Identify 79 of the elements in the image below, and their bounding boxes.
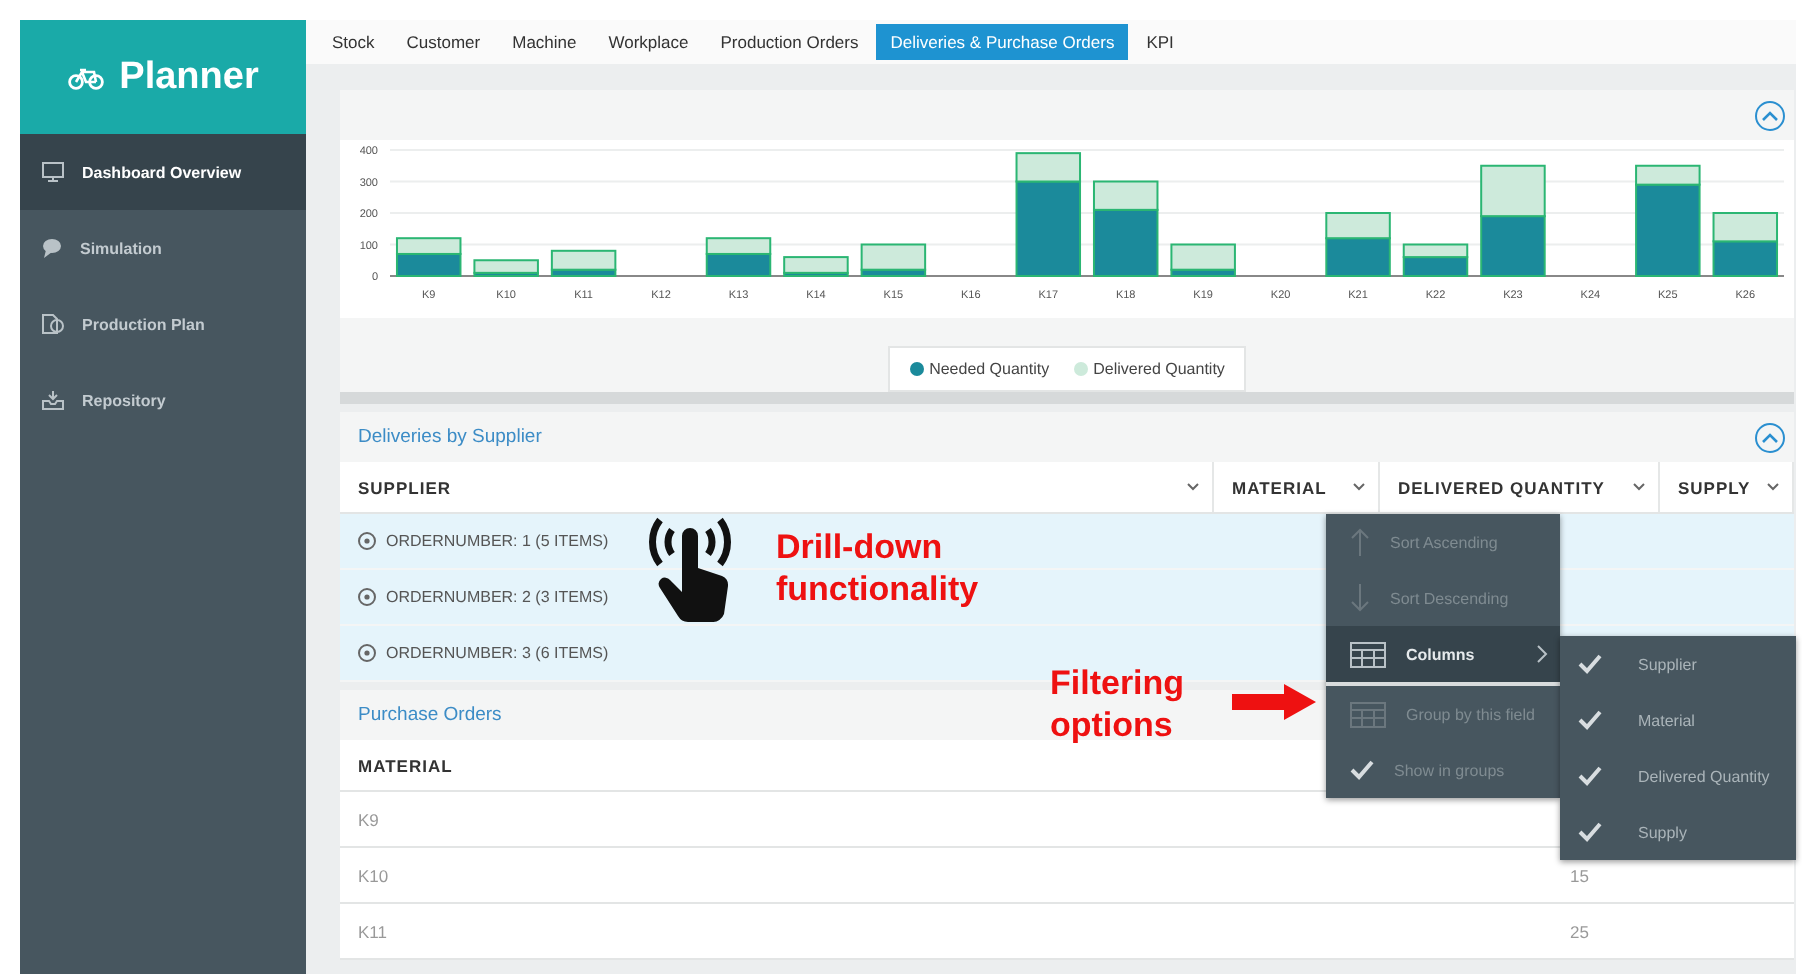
tab[interactable]: Stock [318, 24, 389, 60]
document-icon [42, 314, 64, 334]
expand-icon[interactable] [358, 588, 376, 606]
column-header[interactable]: SUPPLIER [340, 462, 1214, 512]
arrow-down-icon [1350, 582, 1370, 614]
delivered-bar [783, 256, 849, 274]
sidebar-item[interactable]: Simulation [20, 210, 306, 286]
needed-bar [1325, 237, 1391, 277]
menu-item[interactable]: Columns [1326, 626, 1560, 682]
tab[interactable]: KPI [1132, 24, 1188, 60]
table-cell: 25 [1570, 921, 1589, 941]
delivered-bar [860, 243, 927, 271]
panel-title: Purchase Orders [358, 704, 502, 726]
tray-icon [42, 390, 64, 410]
column-header[interactable]: DELIVERED QUANTITY [1380, 462, 1660, 512]
table-icon [1350, 701, 1386, 727]
needed-bar [1092, 208, 1159, 277]
delivered-bar [1015, 152, 1082, 183]
delivered-bar [705, 237, 772, 255]
delivered-bar [1402, 243, 1469, 259]
table-cell: K11 [358, 921, 387, 941]
tab[interactable]: Production Orders [706, 24, 873, 60]
needed-bar [1635, 183, 1701, 277]
expand-icon[interactable] [358, 532, 376, 550]
group-row-label[interactable]: ORDERNUMBER: 3 (6 ITEMS) [386, 644, 609, 662]
needed-bar [1712, 240, 1779, 277]
delivered-bar [473, 259, 539, 274]
chevron-right-icon [1536, 644, 1548, 664]
column-header[interactable]: MATERIAL [1214, 462, 1380, 512]
collapse-icon[interactable] [1754, 421, 1786, 453]
menu-item[interactable]: Material [1560, 692, 1796, 748]
sidebar-item[interactable]: Production Plan [20, 286, 306, 362]
expand-icon[interactable] [358, 644, 376, 662]
delivered-bar [1712, 212, 1779, 243]
monitor-icon [42, 162, 64, 182]
delivered-bar [1092, 180, 1159, 211]
table-cell: K9 [358, 809, 379, 829]
tab[interactable]: Deliveries & Purchase Orders [876, 24, 1129, 60]
pointer-arrow [1232, 684, 1316, 720]
menu-item[interactable]: Delivered Quantity [1560, 748, 1796, 804]
tab[interactable]: Workplace [594, 24, 703, 60]
chevron-down-icon[interactable] [1352, 482, 1366, 492]
table-icon [1350, 641, 1386, 667]
needed-bar [1402, 256, 1469, 277]
sidebar-item[interactable]: Dashboard Overview [20, 134, 306, 210]
tab[interactable]: Customer [392, 24, 495, 60]
table-cell: K10 [358, 865, 389, 885]
arrow-up-icon [1350, 526, 1370, 558]
needed-bar [395, 252, 462, 277]
legend-label: Delivered Quantity [1093, 360, 1225, 378]
needed-bar [1480, 215, 1546, 277]
delivered-bar [1325, 212, 1391, 240]
annotation-text: Drill-down functionality [776, 526, 981, 610]
delivered-bar [395, 237, 462, 255]
legend-label: Needed Quantity [929, 360, 1050, 378]
delivered-bar [550, 249, 617, 271]
panel-title: Deliveries by Supplier [358, 426, 542, 448]
table-cell: 15 [1570, 865, 1589, 885]
bicycle-icon [67, 65, 104, 89]
tab[interactable]: Machine [498, 24, 591, 60]
chevron-down-icon[interactable] [1186, 482, 1200, 492]
annotation-text: Filtering options [1050, 662, 1187, 746]
column-header[interactable]: SUPPLY [1660, 462, 1794, 512]
chevron-down-icon[interactable] [1632, 482, 1646, 492]
delivered-bar [1635, 164, 1701, 186]
needed-bar [705, 252, 772, 277]
collapse-icon[interactable] [1754, 99, 1786, 131]
app-title: Planner [119, 55, 259, 99]
chevron-down-icon[interactable] [1766, 482, 1780, 492]
menu-item[interactable]: Supply [1560, 804, 1796, 860]
group-row-label[interactable]: ORDERNUMBER: 1 (5 ITEMS) [386, 532, 609, 550]
speech-bubble-icon [42, 238, 62, 258]
column-header: MATERIAL [358, 755, 453, 775]
delivered-bar [1480, 164, 1546, 218]
needed-bar [1015, 180, 1082, 277]
sidebar-item[interactable]: Repository [20, 362, 306, 438]
delivered-bar [1170, 243, 1236, 271]
menu-item[interactable]: Supplier [1560, 636, 1796, 692]
group-row-label[interactable]: ORDERNUMBER: 2 (3 ITEMS) [386, 588, 609, 606]
